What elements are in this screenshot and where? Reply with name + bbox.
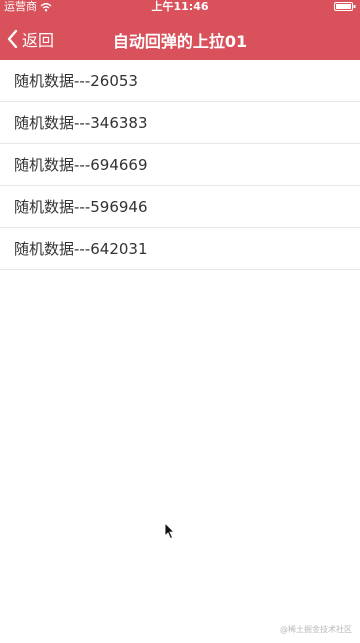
nav-bar: 返回 自动回弹的上拉01 <box>0 18 360 60</box>
list-item[interactable]: 随机数据---694669 <box>0 144 360 186</box>
battery-icon <box>334 2 356 11</box>
list-item[interactable]: 随机数据---596946 <box>0 186 360 228</box>
app-screen: 运营商 上午11:46 返回 自动回弹的上拉01 随机数据---26053 随机… <box>0 0 360 643</box>
data-list: 随机数据---26053 随机数据---346383 随机数据---694669… <box>0 60 360 270</box>
list-item[interactable]: 随机数据---642031 <box>0 228 360 270</box>
list-item[interactable]: 随机数据---346383 <box>0 102 360 144</box>
status-bar: 运营商 上午11:46 <box>0 0 360 18</box>
header: 运营商 上午11:46 返回 自动回弹的上拉01 <box>0 0 360 60</box>
watermark: @稀土掘金技术社区 <box>280 625 352 634</box>
mouse-cursor-icon <box>164 522 176 540</box>
status-time: 上午11:46 <box>151 0 209 13</box>
list-item[interactable]: 随机数据---26053 <box>0 60 360 102</box>
page-title: 自动回弹的上拉01 <box>112 32 248 51</box>
